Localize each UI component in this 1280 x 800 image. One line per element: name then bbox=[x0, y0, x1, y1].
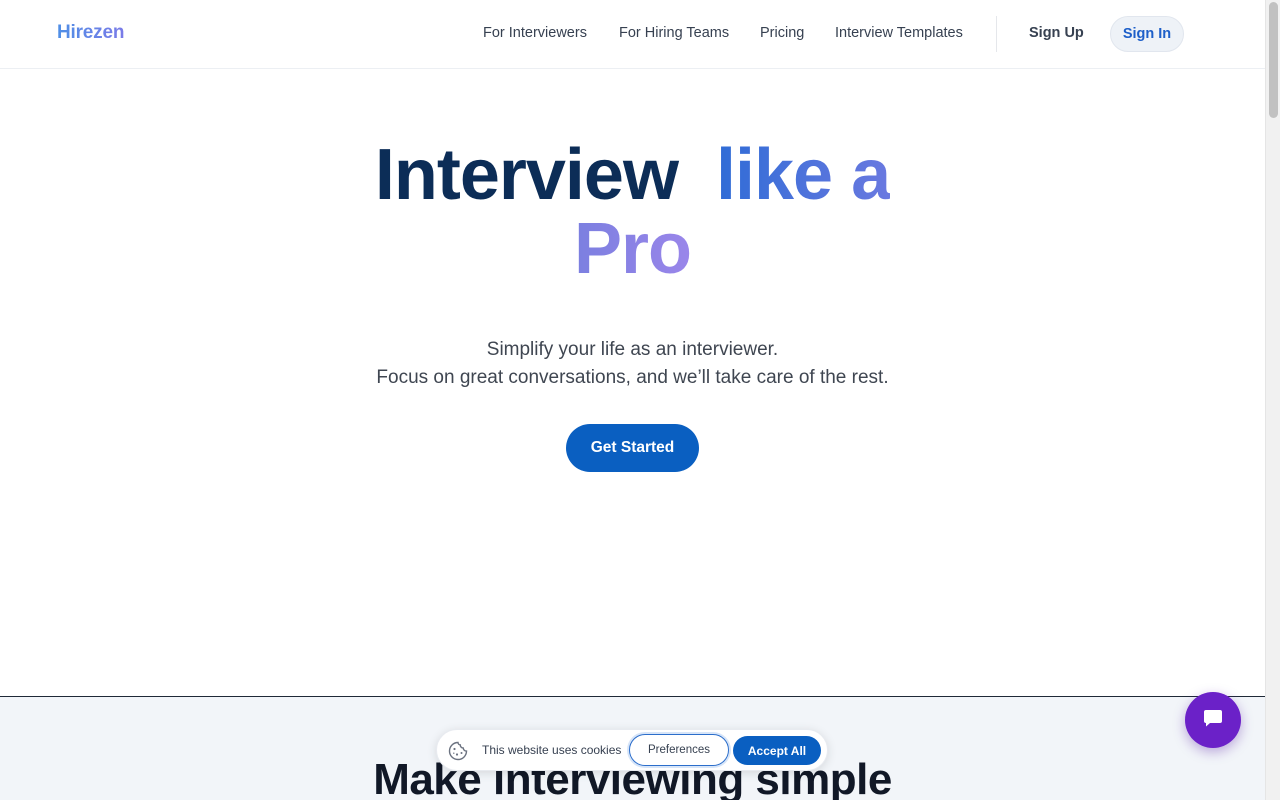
scrollbar-thumb[interactable] bbox=[1269, 2, 1278, 118]
hero-title-part2: like a bbox=[716, 135, 891, 215]
page: Hirezen For Interviewers For Hiring Team… bbox=[0, 0, 1265, 800]
chat-icon bbox=[1202, 707, 1224, 734]
nav-divider bbox=[996, 16, 997, 52]
page-scrollbar[interactable] bbox=[1265, 0, 1280, 800]
hero-subtitle-line1: Simplify your life as an interviewer. bbox=[486, 339, 779, 360]
nav-pricing[interactable]: Pricing bbox=[760, 25, 804, 41]
chat-widget-button[interactable] bbox=[1185, 692, 1241, 748]
nav-for-interviewers[interactable]: For Interviewers bbox=[483, 25, 587, 41]
cookie-icon bbox=[447, 740, 469, 762]
hero-title-part1: Interview bbox=[374, 135, 679, 215]
nav-interview-templates[interactable]: Interview Templates bbox=[835, 25, 963, 41]
accept-all-button[interactable]: Accept All bbox=[733, 736, 821, 765]
cookie-banner: This website uses cookies Preferences Ac… bbox=[436, 729, 828, 771]
nav-for-hiring-teams[interactable]: For Hiring Teams bbox=[619, 25, 729, 41]
sign-in-button[interactable]: Sign In bbox=[1110, 16, 1184, 52]
hero-subtitle-line2: Focus on great conversations, and we’ll … bbox=[376, 367, 889, 388]
sign-up-link[interactable]: Sign Up bbox=[1029, 25, 1084, 41]
site-header: Hirezen For Interviewers For Hiring Team… bbox=[0, 0, 1265, 69]
hero-title-part3: Pro bbox=[573, 209, 692, 289]
cookie-text: This website uses cookies bbox=[482, 743, 622, 757]
hero-title: Interview like a Pro bbox=[0, 138, 1265, 286]
get-started-button[interactable]: Get Started bbox=[566, 424, 699, 472]
preferences-button[interactable]: Preferences bbox=[629, 734, 729, 766]
logo[interactable]: Hirezen bbox=[57, 22, 124, 44]
